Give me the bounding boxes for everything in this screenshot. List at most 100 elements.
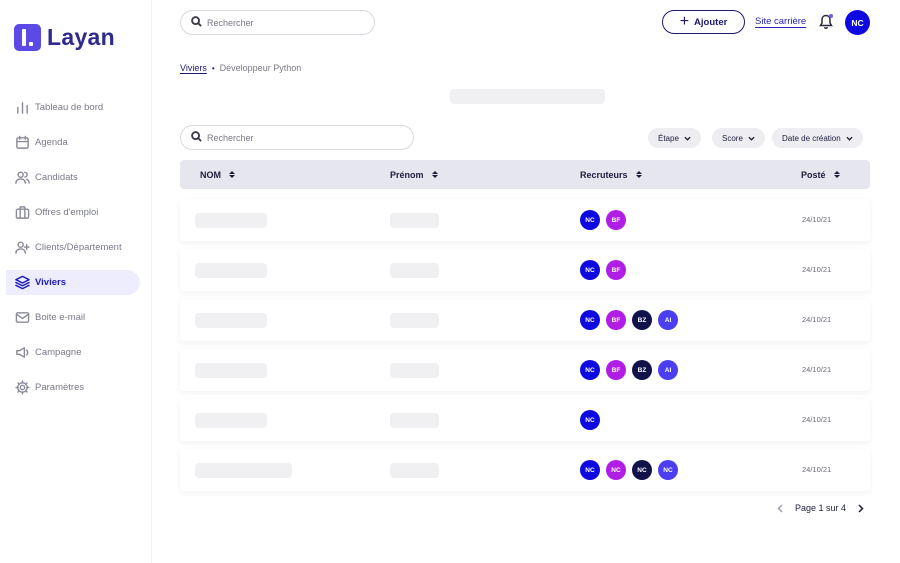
firstname-placeholder bbox=[390, 363, 439, 378]
sort-icon bbox=[635, 171, 642, 178]
recruiter-avatars: NC BF BZ AI bbox=[580, 310, 684, 330]
name-placeholder bbox=[195, 363, 267, 378]
sidebar-item-agenda[interactable]: Agenda bbox=[0, 125, 152, 160]
chevron-down-icon bbox=[748, 135, 755, 142]
search-icon bbox=[191, 129, 202, 147]
table-row[interactable]: NC BF BZ AI 24/10/21 bbox=[180, 299, 870, 341]
recruiter-avatar[interactable]: BZ bbox=[632, 310, 652, 330]
table-row[interactable]: NC BF 24/10/21 bbox=[180, 199, 870, 241]
breadcrumb-separator: • bbox=[211, 63, 215, 73]
chart-bar-icon bbox=[14, 100, 30, 116]
column-header-prenom[interactable]: Prénom bbox=[390, 160, 438, 189]
chevron-left-icon[interactable] bbox=[775, 502, 785, 514]
recruiter-avatars: NC bbox=[580, 410, 606, 430]
table-row[interactable]: NC 24/10/21 bbox=[180, 399, 870, 441]
sort-icon bbox=[431, 171, 438, 178]
recruiter-avatar[interactable]: NC bbox=[658, 460, 678, 480]
posted-date: 24/10/21 bbox=[802, 415, 832, 424]
recruiter-avatar[interactable]: BF bbox=[606, 260, 626, 280]
sidebar-item-label: Viviers bbox=[35, 277, 66, 288]
name-placeholder bbox=[195, 263, 267, 278]
table-row[interactable]: NC BF 24/10/21 bbox=[180, 249, 870, 291]
sidebar-item-label: Candidats bbox=[35, 172, 78, 183]
column-header-recruteurs[interactable]: Recruteurs bbox=[580, 160, 642, 189]
recruiter-avatar[interactable]: NC bbox=[580, 460, 600, 480]
plus-icon: + bbox=[679, 13, 690, 30]
posted-date: 24/10/21 bbox=[802, 315, 832, 324]
sidebar: Layan Tableau de bord Agenda Candidats O… bbox=[0, 0, 152, 563]
sidebar-nav: Tableau de bord Agenda Candidats Offres … bbox=[0, 90, 152, 405]
table-row[interactable]: NC BF BZ AI 24/10/21 bbox=[180, 349, 870, 391]
column-header-label: Posté bbox=[801, 169, 826, 180]
briefcase-icon bbox=[14, 205, 30, 221]
firstname-placeholder bbox=[390, 263, 439, 278]
sort-icon bbox=[833, 171, 840, 178]
firstname-placeholder bbox=[390, 213, 439, 228]
chevron-down-icon bbox=[684, 135, 691, 142]
sidebar-item-parametres[interactable]: Paramètres bbox=[0, 370, 152, 405]
megaphone-icon bbox=[14, 345, 30, 361]
filter-created-date-dropdown[interactable]: Date de création bbox=[772, 128, 863, 148]
breadcrumb-link-viviers[interactable]: Viviers bbox=[180, 63, 207, 73]
sidebar-item-viviers[interactable]: Viviers bbox=[0, 265, 152, 300]
add-button[interactable]: + Ajouter bbox=[662, 10, 745, 34]
sidebar-item-tableau-de-bord[interactable]: Tableau de bord bbox=[0, 90, 152, 125]
chevron-right-icon[interactable] bbox=[856, 502, 866, 514]
name-placeholder bbox=[195, 463, 292, 478]
recruiter-avatar[interactable]: NC bbox=[580, 310, 600, 330]
user-plus-icon bbox=[14, 240, 30, 256]
recruiter-avatar[interactable]: NC bbox=[580, 360, 600, 380]
sidebar-item-label: Tableau de bord bbox=[35, 102, 104, 113]
notification-bell-icon[interactable] bbox=[819, 14, 833, 29]
recruiter-avatar[interactable]: NC bbox=[580, 260, 600, 280]
sidebar-item-label: Agenda bbox=[35, 137, 68, 148]
search-icon bbox=[191, 14, 202, 32]
add-button-label: Ajouter bbox=[694, 16, 728, 28]
logo[interactable]: Layan bbox=[14, 24, 115, 51]
filter-score-dropdown[interactable]: Score bbox=[712, 128, 765, 148]
recruiter-avatars: NC NC NC NC bbox=[580, 460, 684, 480]
mail-icon bbox=[14, 310, 30, 326]
logo-icon bbox=[14, 24, 41, 51]
firstname-placeholder bbox=[390, 463, 439, 478]
sidebar-item-label: Boite e-mail bbox=[35, 312, 86, 323]
column-header-label: NOM bbox=[200, 169, 221, 180]
column-header-label: Recruteurs bbox=[580, 169, 628, 180]
recruiter-avatar[interactable]: NC bbox=[632, 460, 652, 480]
recruiter-avatars: NC BF bbox=[580, 210, 632, 230]
recruiter-avatar[interactable]: NC bbox=[580, 210, 600, 230]
name-placeholder bbox=[195, 413, 267, 428]
global-search[interactable] bbox=[180, 10, 375, 35]
table-search-input[interactable] bbox=[207, 132, 367, 143]
settings-icon bbox=[14, 380, 30, 396]
recruiter-avatar[interactable]: AI bbox=[658, 310, 678, 330]
sidebar-item-boite-email[interactable]: Boite e-mail bbox=[0, 300, 152, 335]
posted-date: 24/10/21 bbox=[802, 215, 832, 224]
table-search[interactable] bbox=[180, 125, 414, 150]
firstname-placeholder bbox=[390, 413, 439, 428]
filter-stage-dropdown[interactable]: Étape bbox=[648, 128, 701, 148]
title-placeholder bbox=[450, 89, 605, 104]
user-avatar[interactable]: NC bbox=[845, 10, 870, 35]
recruiter-avatar[interactable]: NC bbox=[606, 460, 626, 480]
sidebar-item-label: Paramètres bbox=[35, 382, 85, 393]
recruiter-avatar[interactable]: BF bbox=[606, 360, 626, 380]
recruiter-avatar[interactable]: BF bbox=[606, 210, 626, 230]
career-site-link[interactable]: Site carrière bbox=[755, 16, 806, 27]
sidebar-item-candidats[interactable]: Candidats bbox=[0, 160, 152, 195]
filter-label: Date de création bbox=[782, 133, 841, 143]
sidebar-item-campagne[interactable]: Campagne bbox=[0, 335, 152, 370]
sidebar-item-clients-departement[interactable]: Clients/Département bbox=[0, 230, 152, 265]
table-row[interactable]: NC NC NC NC 24/10/21 bbox=[180, 449, 870, 491]
chevron-down-icon bbox=[846, 135, 853, 142]
search-input[interactable] bbox=[207, 17, 367, 28]
recruiter-avatar[interactable]: AI bbox=[658, 360, 678, 380]
recruiter-avatar[interactable]: BF bbox=[606, 310, 626, 330]
recruiter-avatar[interactable]: NC bbox=[580, 410, 600, 430]
name-placeholder bbox=[195, 213, 267, 228]
column-header-poste[interactable]: Posté bbox=[801, 160, 840, 189]
sidebar-item-label: Offres d'emploi bbox=[35, 207, 99, 218]
recruiter-avatar[interactable]: BZ bbox=[632, 360, 652, 380]
sidebar-item-offres-emploi[interactable]: Offres d'emploi bbox=[0, 195, 152, 230]
column-header-nom[interactable]: NOM bbox=[200, 160, 235, 189]
